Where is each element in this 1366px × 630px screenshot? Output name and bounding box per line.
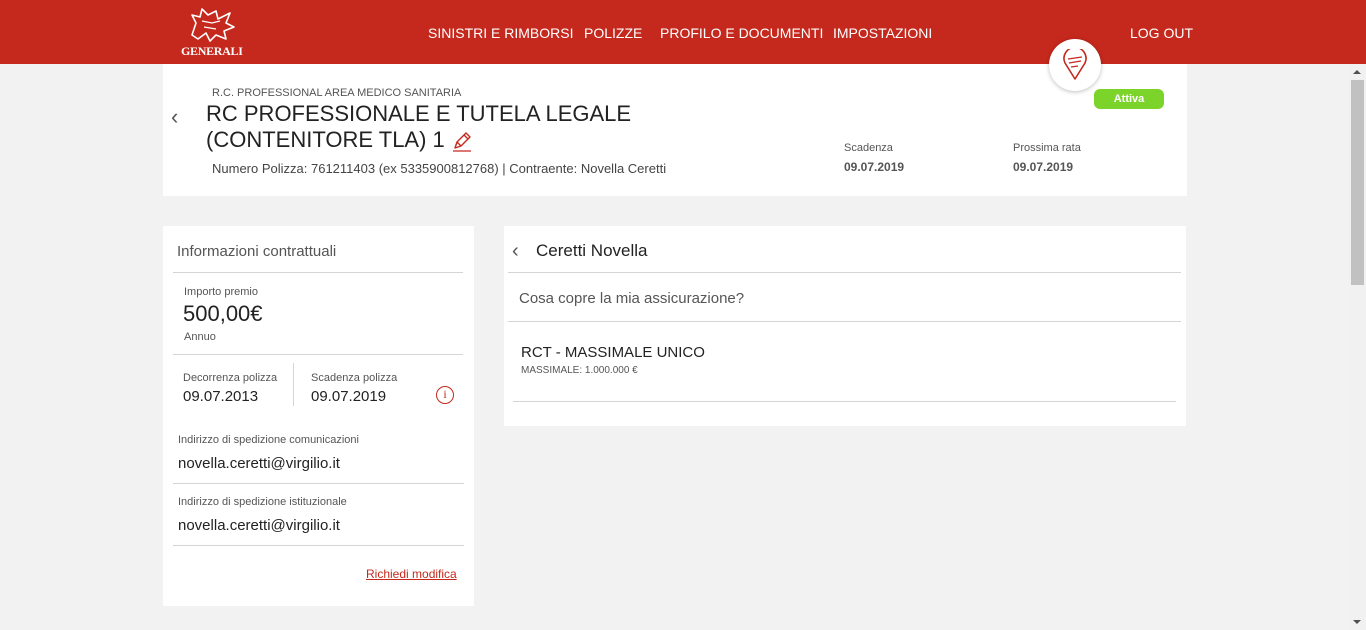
nav-profilo-documenti[interactable]: PROFILO E DOCUMENTI (660, 25, 823, 41)
coverage-item-limit: MASSIMALE: 1.000.000 € (521, 365, 638, 376)
coverage-card: ‹ Ceretti Novella Cosa copre la mia assi… (504, 226, 1186, 426)
expiry-label: Scadenza (844, 142, 893, 154)
policy-expiry-value: 09.07.2019 (311, 388, 387, 405)
next-installment-value: 09.07.2019 (1013, 160, 1074, 174)
inst-address-value: novella.ceretti@virgilio.it (178, 517, 340, 534)
contract-info-title: Informazioni contrattuali (177, 243, 337, 260)
policy-title-line1: RC PROFESSIONALE E TUTELA LEGALE (206, 101, 632, 126)
chevron-left-icon[interactable]: ‹ (512, 240, 519, 263)
premium-label: Importo premio (184, 286, 258, 298)
logout-button[interactable]: LOG OUT (1130, 25, 1193, 41)
start-date-value: 09.07.2013 (183, 388, 259, 405)
request-change-link[interactable]: Richiedi modifica (366, 567, 457, 581)
divider (508, 272, 1181, 273)
coverage-item-title: RCT - MASSIMALE UNICO (521, 344, 705, 361)
policy-title: RC PROFESSIONALE E TUTELA LEGALE (CONTEN… (206, 101, 676, 153)
location-pin-icon (1063, 49, 1087, 80)
divider (513, 401, 1176, 402)
coverage-question: Cosa copre la mia assicurazione? (519, 290, 745, 307)
pencil-icon[interactable] (451, 131, 473, 158)
status-badge: Attiva (1094, 89, 1164, 109)
top-navigation-bar: GENERALI SINISTRI E RIMBORSI POLIZZE PRO… (0, 0, 1366, 64)
policy-number-contractor: Numero Polizza: 761211403 (ex 5335900812… (212, 161, 667, 176)
inst-address-label: Indirizzo di spedizione istituzionale (178, 496, 347, 508)
policy-expiry-label: Scadenza polizza (311, 372, 398, 384)
page-scrollbar[interactable] (1349, 64, 1366, 630)
scroll-down-arrow-icon[interactable] (1353, 620, 1361, 624)
policy-header-card: R.C. PROFESSIONAL AREA MEDICO SANITARIA … (163, 39, 1187, 196)
divider (173, 483, 464, 484)
comm-address-label: Indirizzo di spedizione comunicazioni (178, 434, 359, 446)
generali-logo[interactable]: GENERALI (178, 5, 244, 58)
logo-wordmark: GENERALI (181, 44, 243, 58)
divider (173, 545, 464, 546)
policy-title-line2: (CONTENITORE TLA) 1 (206, 127, 445, 152)
back-chevron-icon[interactable]: ‹ (171, 104, 178, 130)
expiry-value: 09.07.2019 (844, 160, 905, 174)
premium-frequency: Annuo (184, 331, 216, 343)
nav-polizze[interactable]: POLIZZE (584, 25, 642, 41)
divider (173, 354, 463, 355)
start-date-label: Decorrenza polizza (183, 372, 278, 384)
location-pin-button[interactable] (1049, 39, 1101, 91)
premium-value: 500,00€ (183, 301, 263, 326)
contract-info-card: Informazioni contrattuali Importo premio… (163, 226, 474, 606)
scrollbar-thumb[interactable] (1351, 80, 1364, 285)
policy-category: R.C. PROFESSIONAL AREA MEDICO SANITARIA (212, 87, 462, 99)
divider (508, 321, 1181, 322)
scroll-up-arrow-icon[interactable] (1353, 70, 1361, 74)
nav-sinistri-rimborsi[interactable]: SINISTRI E RIMBORSI (428, 25, 573, 41)
nav-impostazioni[interactable]: IMPOSTAZIONI (833, 25, 932, 41)
insured-name: Ceretti Novella (536, 241, 648, 260)
next-installment-label: Prossima rata (1013, 142, 1081, 154)
divider (173, 272, 463, 273)
comm-address-value: novella.ceretti@virgilio.it (178, 455, 340, 472)
generali-lion-icon (191, 8, 235, 42)
vertical-divider (293, 363, 294, 406)
info-icon[interactable]: i (436, 386, 454, 404)
